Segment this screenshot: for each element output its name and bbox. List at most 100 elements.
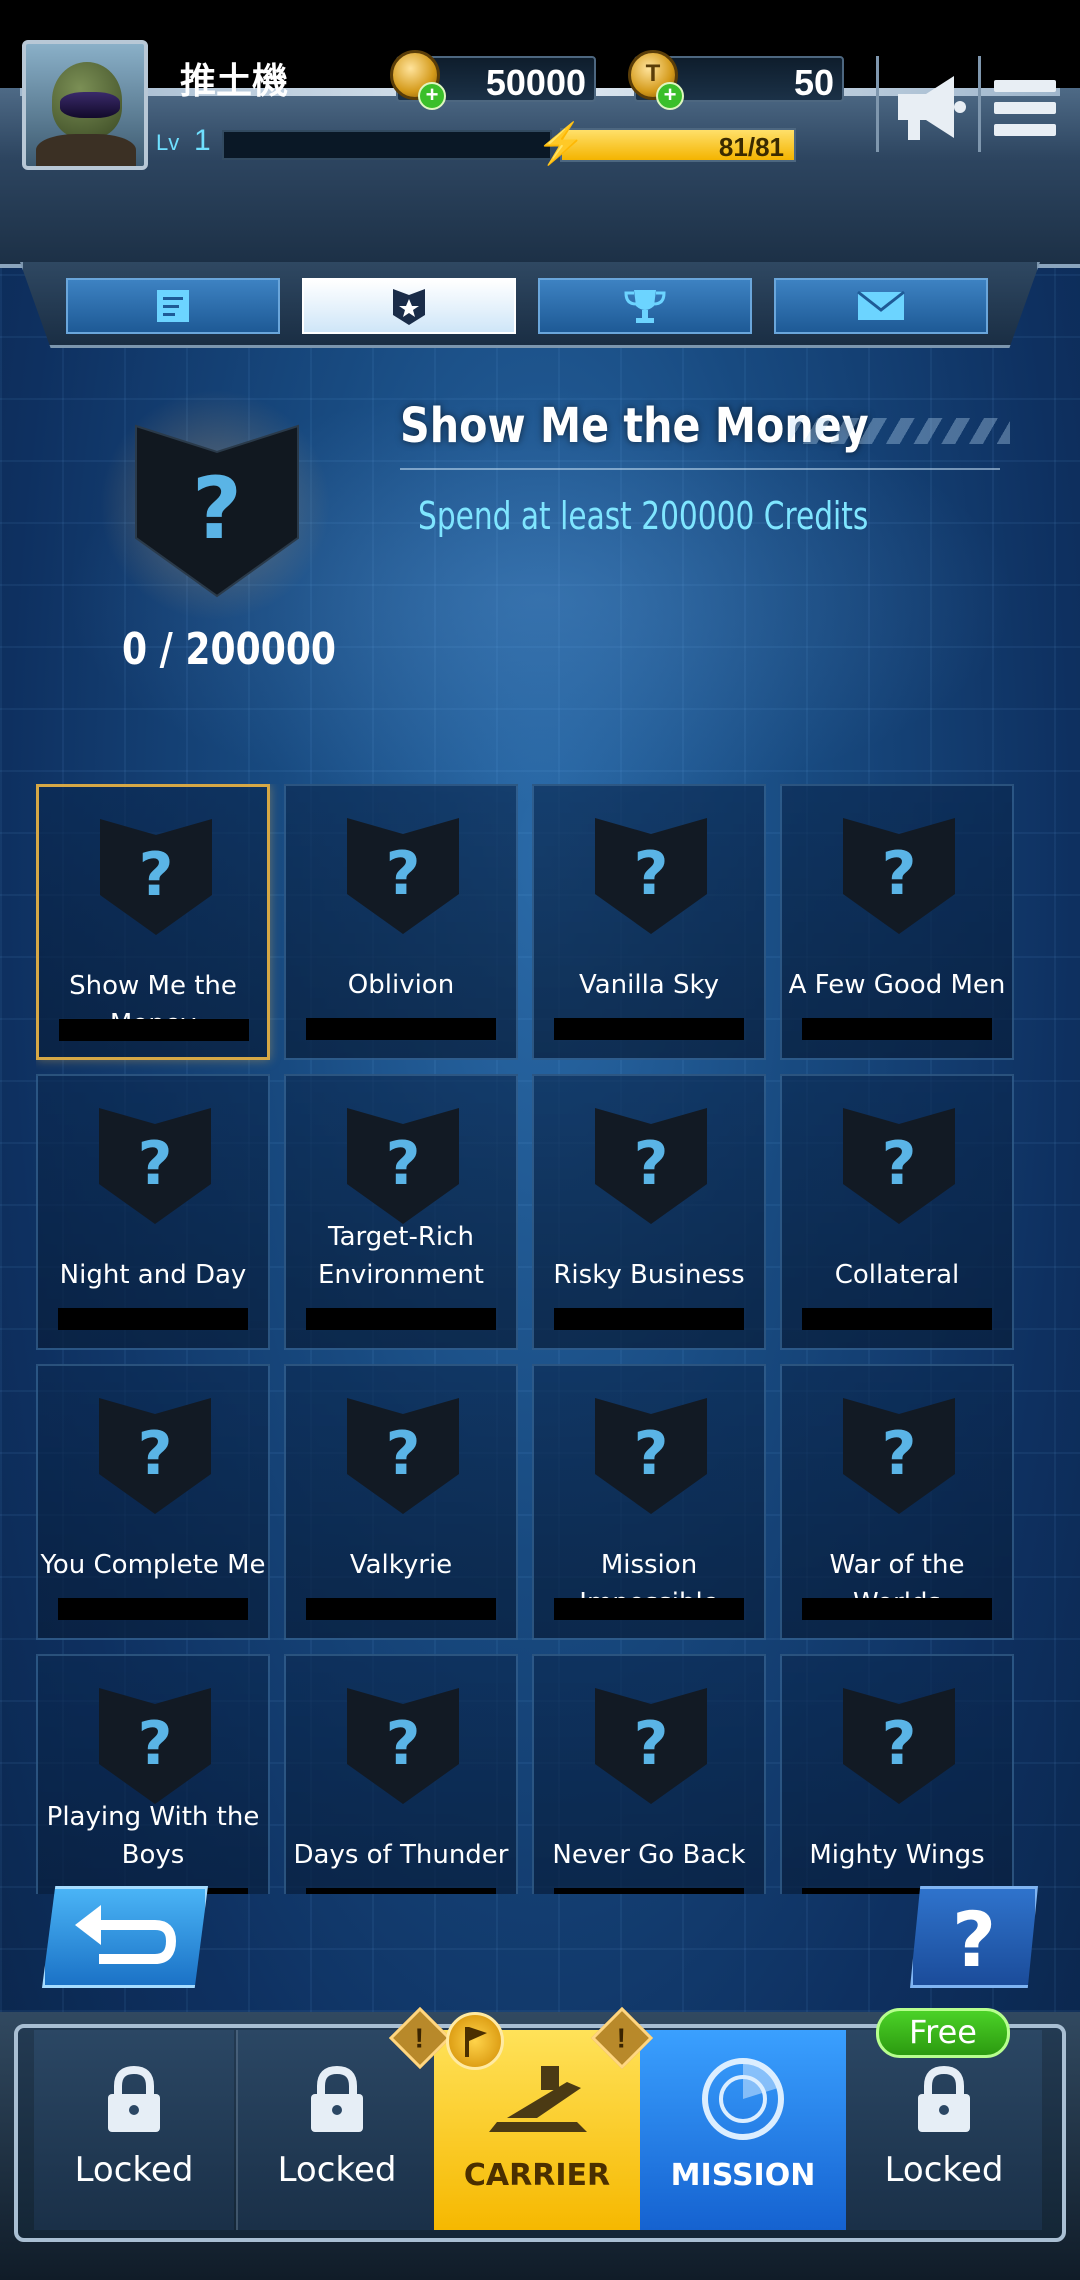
achievement-badge-icon: ? (843, 1688, 955, 1804)
achievement-card[interactable]: ? Never Go Back (532, 1654, 766, 1894)
lock-icon (108, 2065, 160, 2132)
achievement-badge-icon: ? (843, 1398, 955, 1514)
nav-locked-2[interactable]: Locked (238, 2030, 436, 2230)
achievement-card[interactable]: ? Days of Thunder (284, 1654, 518, 1894)
achievement-name: Playing With the Boys (38, 1798, 268, 1874)
achievement-badge-icon: ? (347, 818, 459, 934)
svg-text:?: ? (138, 1129, 173, 1199)
tab-list[interactable] (66, 278, 280, 334)
svg-text:?: ? (882, 1709, 917, 1779)
achievement-card[interactable]: ? You Complete Me (36, 1364, 270, 1640)
achievement-badge-icon: ? (99, 1108, 211, 1224)
svg-text:?: ? (138, 1419, 173, 1489)
achievement-progress-bar (306, 1598, 496, 1620)
achievement-badge-icon: ? (595, 1108, 707, 1224)
back-arrow-icon (75, 1905, 177, 1964)
radar-icon (702, 2058, 784, 2140)
menu-bar (994, 80, 1056, 92)
achievement-name: Collateral (834, 1260, 960, 1290)
announcement-button[interactable] (880, 50, 976, 160)
tokens-value: 50 (793, 62, 834, 103)
title-underline (400, 468, 1000, 470)
nav-label: MISSION (670, 2158, 816, 2193)
achievement-progress-bar (58, 1308, 248, 1330)
avatar-body (36, 134, 136, 166)
achievement-name: You Complete Me (40, 1550, 266, 1580)
svg-text:?: ? (386, 839, 421, 909)
achievement-progress-bar (554, 1598, 744, 1620)
svg-text:?: ? (138, 1709, 173, 1779)
achievement-badge-icon: ? (347, 1398, 459, 1514)
list-icon (157, 290, 189, 322)
svg-text:?: ? (634, 1709, 669, 1779)
main-menu-button[interactable] (980, 50, 1076, 160)
megaphone-icon (898, 76, 966, 140)
achievement-name: Vanilla Sky (578, 970, 720, 1000)
achievement-card[interactable]: ? Playing With the Boys (36, 1654, 270, 1894)
achievement-progress-bar (554, 1888, 744, 1894)
achievement-card[interactable]: ? Night and Day (36, 1074, 270, 1350)
tab-medals[interactable] (302, 278, 516, 334)
nav-label: CARRIER (463, 2158, 611, 2193)
achievement-progress-bar (802, 1598, 992, 1620)
nav-locked-3[interactable]: Locked (846, 2030, 1042, 2230)
achievement-card[interactable]: ? A Few Good Men (780, 784, 1014, 1060)
achievement-card[interactable]: ?Show Me the Money (36, 784, 270, 1060)
svg-text:?: ? (386, 1129, 421, 1199)
svg-text:?: ? (139, 840, 174, 910)
tab-trophies[interactable] (538, 278, 752, 334)
nav-label: Locked (277, 2150, 397, 2190)
back-button[interactable] (42, 1886, 208, 1988)
achievement-card[interactable]: ? Risky Business (532, 1074, 766, 1350)
svg-text:?: ? (386, 1419, 421, 1489)
achievement-card[interactable]: ? Valkyrie (284, 1364, 518, 1640)
achievement-progress-bar (58, 1598, 248, 1620)
achievement-progress-bar (306, 1018, 496, 1040)
nav-label: Locked (884, 2150, 1004, 2190)
achievement-grid: ?Show Me the Money? Oblivion? Vanilla Sky?… (36, 784, 1020, 1894)
free-badge: Free (876, 2008, 1010, 2058)
energy-bar[interactable]: 81/81 (560, 128, 796, 162)
achievement-name: Mighty Wings (809, 1840, 985, 1870)
header-divider (876, 56, 879, 152)
achievement-badge-icon: ? (595, 1688, 707, 1804)
svg-text:?: ? (882, 839, 917, 909)
achievement-badge-icon: ? (347, 1688, 459, 1804)
achievement-name-line: Playing With the (46, 1802, 260, 1832)
help-icon: ? (951, 1895, 997, 1984)
nav-label: Locked (74, 2150, 194, 2190)
nav-locked-1[interactable]: Locked (34, 2030, 234, 2230)
menu-bar (994, 124, 1056, 136)
tab-mail[interactable] (774, 278, 988, 334)
achievement-badge-icon: ? (99, 1398, 211, 1514)
achievement-card[interactable]: ? Collateral (780, 1074, 1014, 1350)
achievement-badge-icon: ? (347, 1108, 459, 1224)
achievement-card[interactable]: ?War of the Worlds (780, 1364, 1014, 1640)
achievement-badge-icon: ? (100, 819, 212, 935)
selected-achievement-badge-icon: ? (132, 420, 302, 600)
mail-icon (857, 290, 905, 320)
achievement-card[interactable]: ? Target-Rich Environment (284, 1074, 518, 1350)
achievement-badge-icon: ? (99, 1688, 211, 1804)
svg-text:?: ? (634, 1129, 669, 1199)
achievement-progress-bar (554, 1308, 744, 1330)
achievement-badge-icon: ? (843, 818, 955, 934)
nav-mission[interactable]: MISSION (640, 2030, 846, 2230)
xp-bar (222, 130, 552, 160)
achievement-badge-icon: ? (595, 1398, 707, 1514)
achievement-progress: 0 / 200000 (122, 624, 337, 675)
achievement-card[interactable]: ? Mighty Wings (780, 1654, 1014, 1894)
achievement-name-line: Target-Rich (328, 1222, 474, 1252)
add-credits-icon[interactable]: + (418, 82, 446, 110)
achievement-card[interactable]: ? Vanilla Sky (532, 784, 766, 1060)
add-tokens-icon[interactable]: + (656, 82, 684, 110)
achievement-card[interactable]: ?Mission Impossible (532, 1364, 766, 1640)
achievement-name: Valkyrie (349, 1550, 453, 1580)
player-avatar[interactable] (22, 40, 148, 170)
level-label: Lv (156, 130, 180, 155)
svg-text:?: ? (386, 1709, 421, 1779)
achievement-card[interactable]: ? Oblivion (284, 784, 518, 1060)
help-button[interactable]: ? (910, 1886, 1038, 1988)
achievement-name: A Few Good Men (788, 970, 1006, 1000)
achievement-name: Oblivion (347, 970, 455, 1000)
